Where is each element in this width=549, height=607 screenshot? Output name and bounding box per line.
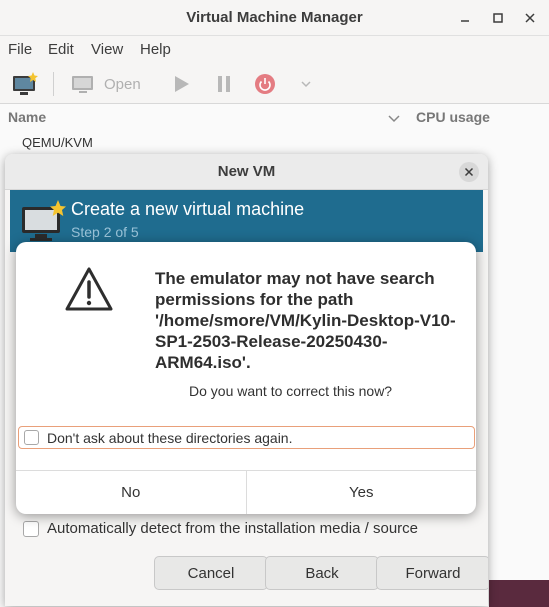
autodetect-checkbox[interactable] (23, 520, 39, 537)
toolbar: Open (0, 64, 549, 104)
dialog-question: Do you want to correct this now? (189, 383, 393, 399)
autodetect-label: Automatically detect from the installati… (47, 520, 419, 537)
menubar: File Edit View Help (0, 36, 549, 64)
menu-file[interactable]: File (8, 41, 32, 58)
wizard-step: Step 2 of 5 (71, 224, 139, 240)
menu-edit[interactable]: Edit (48, 41, 74, 58)
cancel-button[interactable]: Cancel (154, 556, 268, 590)
maximize-icon[interactable] (488, 8, 508, 28)
dont-ask-row[interactable]: Don't ask about these directories again. (18, 426, 475, 449)
column-cpu-usage[interactable]: CPU usage (416, 109, 490, 125)
open-console-icon[interactable] (68, 70, 98, 98)
dialog-button-bar: No Yes (16, 470, 476, 514)
back-button[interactable]: Back (265, 556, 379, 590)
dont-ask-checkbox[interactable] (24, 430, 39, 445)
menu-view[interactable]: View (91, 41, 123, 58)
column-name[interactable]: Name (8, 109, 46, 125)
warning-icon (64, 266, 114, 315)
minimize-icon[interactable] (455, 8, 475, 28)
sort-chevron-icon[interactable] (387, 111, 401, 127)
pause-icon[interactable] (211, 70, 237, 98)
yes-button[interactable]: Yes (245, 471, 477, 514)
toolbar-separator (53, 72, 54, 96)
desktop-background (489, 580, 549, 607)
play-icon[interactable] (168, 70, 194, 98)
new-vm-icon (13, 72, 38, 95)
main-titlebar: Virtual Machine Manager (0, 0, 549, 36)
menu-help[interactable]: Help (140, 41, 171, 58)
new-vm-titlebar: New VM (5, 154, 488, 190)
open-button[interactable]: Open (104, 70, 150, 98)
wizard-heading: Create a new virtual machine (71, 199, 305, 219)
new-vm-close-icon[interactable] (459, 162, 479, 182)
no-button[interactable]: No (16, 471, 246, 514)
new-vm-icon (20, 199, 66, 246)
new-vm-title: New VM (217, 163, 276, 180)
new-vm-button[interactable] (10, 70, 40, 98)
permission-dialog: The emulator may not have search permiss… (16, 242, 476, 514)
shutdown-menu-chevron-icon[interactable] (296, 70, 316, 98)
connection-row[interactable]: QEMU/KVM (22, 135, 93, 150)
dont-ask-label: Don't ask about these directories again. (47, 429, 293, 446)
power-icon[interactable] (252, 70, 278, 98)
forward-button[interactable]: Forward (376, 556, 488, 590)
close-icon[interactable] (520, 8, 540, 28)
autodetect-row[interactable]: Automatically detect from the installati… (23, 520, 418, 537)
dialog-message: The emulator may not have search permiss… (155, 269, 456, 372)
vm-list-header: Name CPU usage (0, 104, 549, 130)
